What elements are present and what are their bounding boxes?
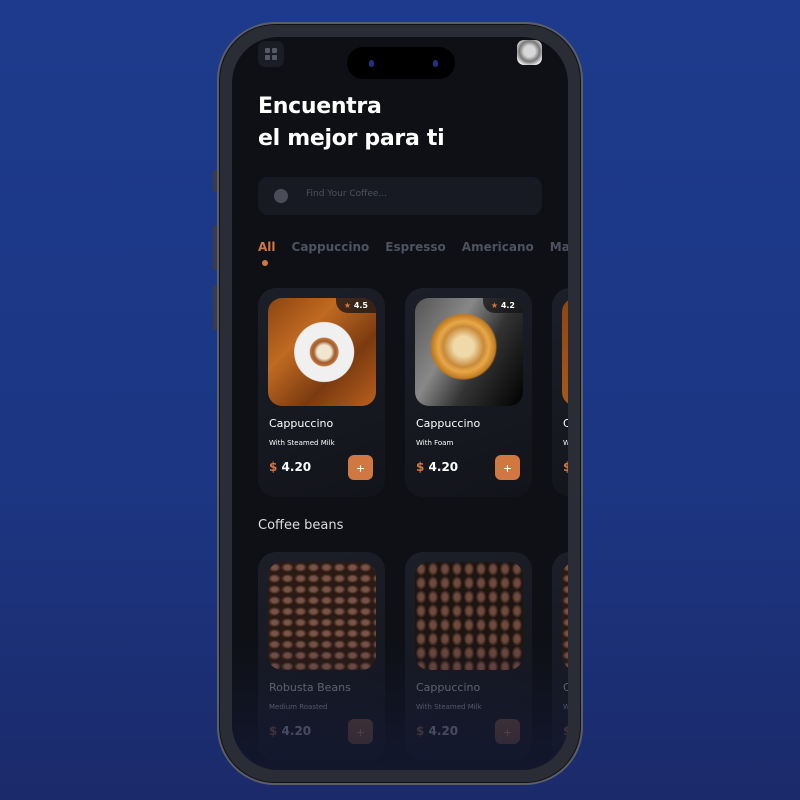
coffee-price: $ 4.20: [269, 460, 311, 474]
search-placeholder: Find Your Coffee...: [306, 189, 388, 199]
bean-price: $ 4.20: [416, 724, 458, 738]
bean-card[interactable]: Robusta Beans Medium Roasted $ 4.20 +: [258, 552, 385, 761]
coffee-card[interactable]: ★ 4.2 Cappuccino With Foam $ 4.20 +: [405, 288, 532, 497]
coffee-price: $ 4.20: [416, 460, 458, 474]
menu-grid-button[interactable]: [258, 41, 284, 67]
currency: $: [416, 724, 425, 738]
dynamic-island: [347, 47, 455, 79]
currency: $: [563, 460, 568, 474]
tab-americano[interactable]: Americano: [462, 240, 534, 254]
coffee-card[interactable]: ★ 4.5 Cappuccino With Steamed Milk $ 4.2…: [258, 288, 385, 497]
coffee-name: Cappuccino: [416, 417, 481, 430]
currency: $: [269, 724, 278, 738]
star-icon: ★: [343, 301, 352, 310]
bean-card[interactable]: Cappuccino With Steamed Milk $ 4.20 +: [405, 552, 532, 761]
price-value: 4.20: [281, 460, 312, 474]
category-tabs: All Cappuccino Espresso Americano Macc: [258, 240, 568, 266]
currency: $: [416, 460, 425, 474]
rating-badge: ★ 4.2: [482, 298, 523, 313]
rating-value: 4.5: [353, 301, 368, 310]
search-icon: [274, 189, 288, 203]
bean-subtitle: Medium Roasted: [269, 703, 328, 711]
bean-price: $ 4.20: [269, 724, 311, 738]
coffee-subtitle: W: [563, 439, 568, 447]
coffee-price: $: [563, 460, 568, 474]
price-value: 4.20: [281, 724, 312, 738]
bean-card[interactable]: C W $: [552, 552, 568, 761]
section-title: Coffee beans: [258, 518, 344, 533]
title-line-1: Encuentra: [258, 94, 382, 119]
add-to-cart-button[interactable]: +: [495, 719, 520, 744]
price-value: 4.20: [428, 460, 459, 474]
rating-value: 4.2: [500, 301, 515, 310]
bean-price: $: [563, 724, 568, 738]
coffee-name: Cappuccino: [269, 417, 334, 430]
coffee-image: [562, 298, 568, 406]
add-to-cart-button[interactable]: +: [348, 455, 373, 480]
currency: $: [563, 724, 568, 738]
currency: $: [269, 460, 278, 474]
tab-macchiato[interactable]: Macc: [550, 240, 568, 254]
tab-espresso[interactable]: Espresso: [385, 240, 446, 254]
add-to-cart-button[interactable]: +: [495, 455, 520, 480]
tab-all[interactable]: All: [258, 240, 276, 266]
title-line-2: el mejor para ti: [258, 126, 445, 151]
search-input[interactable]: Find Your Coffee...: [258, 177, 542, 215]
bean-name: Cappuccino: [416, 681, 481, 694]
bean-name: Robusta Beans: [269, 681, 351, 694]
bean-name: C: [563, 681, 568, 694]
bean-subtitle: W: [563, 703, 568, 711]
bean-image: [415, 562, 523, 670]
coffee-image: ★ 4.5: [268, 298, 376, 406]
price-value: 4.20: [428, 724, 459, 738]
add-to-cart-button[interactable]: +: [348, 719, 373, 744]
tab-cappuccino[interactable]: Cappuccino: [292, 240, 370, 254]
coffee-subtitle: With Foam: [416, 439, 454, 447]
avatar[interactable]: [517, 40, 542, 65]
bean-image: [268, 562, 376, 670]
bean-subtitle: With Steamed Milk: [416, 703, 482, 711]
page-title: Encuentra el mejor para ti: [258, 91, 445, 155]
coffee-image: ★ 4.2: [415, 298, 523, 406]
coffee-name: C: [563, 417, 568, 430]
bean-image: [562, 562, 568, 670]
coffee-card[interactable]: C W $: [552, 288, 568, 497]
phone-screen: Encuentra el mejor para ti Find Your Coff…: [232, 37, 568, 770]
star-icon: ★: [490, 301, 499, 310]
rating-badge: ★ 4.5: [335, 298, 376, 313]
coffee-subtitle: With Steamed Milk: [269, 439, 335, 447]
